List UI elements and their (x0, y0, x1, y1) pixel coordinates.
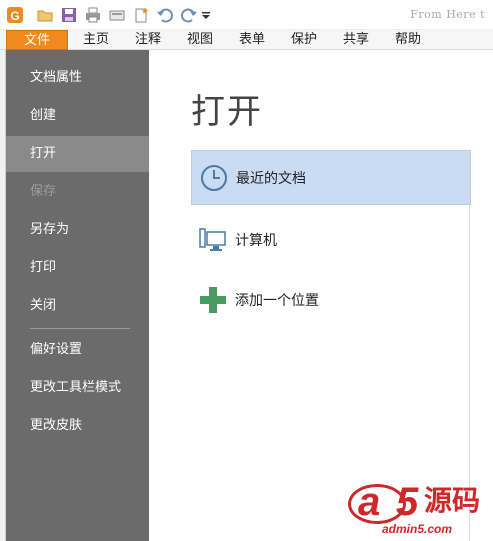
sidebar-item-toolbar-mode[interactable]: 更改工具栏模式 (6, 370, 149, 406)
tab-protect[interactable]: 保护 (286, 30, 322, 50)
watermark-logo: a 5 源码 admin5.com (348, 478, 493, 541)
sidebar-item-document-properties[interactable]: 文档属性 (6, 60, 149, 96)
sidebar-item-preferences[interactable]: 偏好设置 (6, 332, 149, 368)
sidebar-item-change-skin[interactable]: 更改皮肤 (6, 408, 149, 444)
svg-text:G: G (10, 9, 19, 23)
clock-icon (200, 164, 228, 192)
sidebar-item-save: 保存 (30, 184, 57, 199)
menu-bar: 文件 主页 注释 视图 表单 保护 共享 帮助 (0, 30, 493, 50)
quick-access-toolbar: G From Here t (0, 0, 493, 30)
print-icon[interactable] (84, 6, 102, 24)
watermark-five: 5 (396, 480, 419, 524)
save-icon[interactable] (60, 6, 78, 24)
watermark-a: a (358, 480, 381, 524)
page-title: 打开 (191, 92, 263, 132)
open-panel: 打开 最近的文档 计算机 添加一个位置 (149, 50, 493, 541)
undo-icon[interactable] (156, 6, 174, 24)
scan-icon[interactable] (108, 6, 126, 24)
sidebar-item-open[interactable]: 打开 (6, 136, 149, 172)
option-label: 最近的文档 (236, 170, 306, 187)
tab-comment[interactable]: 注释 (130, 30, 166, 50)
customize-dropdown-icon[interactable] (200, 6, 212, 24)
sidebar-item-print[interactable]: 打印 (6, 250, 149, 286)
redo-icon[interactable] (180, 6, 198, 24)
new-icon[interactable] (132, 6, 150, 24)
add-plus-icon (199, 286, 227, 314)
tab-home[interactable]: 主页 (78, 30, 114, 50)
option-recent-documents[interactable]: 最近的文档 (191, 150, 471, 205)
from-here-text: From Here t (410, 8, 485, 21)
watermark-url: admin5.com (382, 522, 453, 536)
sidebar-divider (30, 328, 130, 329)
tab-view[interactable]: 视图 (182, 30, 218, 50)
option-label: 计算机 (235, 232, 277, 249)
file-menu-sidebar: 文档属性 创建 打开 保存 另存为 打印 关闭 偏好设置 更改工具栏模式 更改皮… (6, 50, 149, 541)
sidebar-item-save-as[interactable]: 另存为 (6, 212, 149, 248)
tab-form[interactable]: 表单 (234, 30, 270, 50)
app-logo-icon[interactable]: G (6, 6, 24, 24)
tab-file[interactable]: 文件 (6, 30, 68, 50)
option-computer[interactable]: 计算机 (191, 212, 471, 267)
tab-help[interactable]: 帮助 (390, 30, 426, 50)
sidebar-item-create[interactable]: 创建 (6, 98, 149, 134)
sidebar-item-close[interactable]: 关闭 (6, 288, 149, 324)
option-label: 添加一个位置 (235, 292, 319, 309)
option-add-location[interactable]: 添加一个位置 (191, 272, 471, 327)
computer-icon (199, 226, 227, 254)
watermark-chinese: 源码 (424, 484, 481, 517)
open-folder-icon[interactable] (36, 6, 54, 24)
tab-share[interactable]: 共享 (338, 30, 374, 50)
